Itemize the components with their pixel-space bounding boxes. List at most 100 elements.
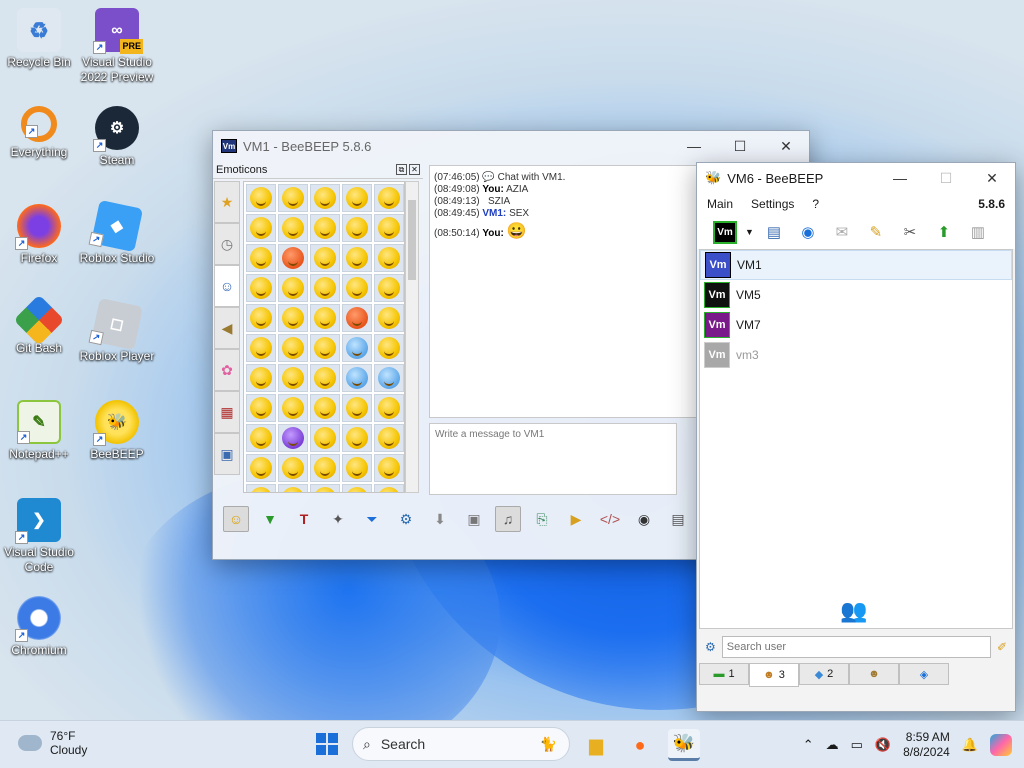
emoticon[interactable] (246, 274, 276, 302)
emoticon[interactable] (246, 424, 276, 452)
category-symbols-tab[interactable]: ▣ (214, 433, 240, 475)
emoticon[interactable] (374, 184, 404, 212)
emoticon[interactable] (310, 184, 340, 212)
font-button[interactable]: T (291, 506, 317, 532)
firefox-taskbar-button[interactable]: ● (624, 729, 656, 761)
user-row-vm5[interactable]: Vm VM5 (700, 280, 1012, 310)
emoticon[interactable] (278, 244, 308, 272)
emoticon[interactable] (278, 304, 308, 332)
emoticon[interactable] (278, 364, 308, 392)
emoticon[interactable] (310, 214, 340, 242)
emoticon[interactable] (374, 214, 404, 242)
emoticon[interactable] (310, 364, 340, 392)
status-button[interactable]: Vm (711, 218, 739, 246)
screenshot-button[interactable]: ▣ (461, 506, 487, 532)
float-panel-button[interactable]: ⧉ (396, 164, 407, 175)
chevron-down-icon[interactable]: ▼ (745, 227, 754, 237)
emoticon[interactable] (278, 214, 308, 242)
update-button[interactable]: ⬆ (930, 218, 958, 246)
color-button[interactable]: ✦ (325, 506, 351, 532)
start-button[interactable] (316, 733, 338, 755)
cloud-sync-icon[interactable]: ☁ (826, 737, 839, 753)
emoticon[interactable] (374, 394, 404, 422)
desktop-icon-steam[interactable]: ⚙ ↗ Steam (78, 106, 156, 168)
weather-widget[interactable]: 76°F Cloudy (18, 729, 87, 757)
emoticon[interactable] (342, 334, 372, 362)
emoticon[interactable] (342, 484, 372, 492)
emoticon[interactable] (374, 454, 404, 482)
maximize-button[interactable]: ☐ (717, 131, 763, 161)
emoticon[interactable] (246, 244, 276, 272)
desktop-icon-vscode[interactable]: ❯ ↗ Visual Studio Code (0, 498, 78, 575)
desktop-icon-git-bash[interactable]: Git Bash (0, 294, 78, 356)
sound-button[interactable]: ♫ (495, 506, 521, 532)
emoticon[interactable] (342, 364, 372, 392)
minimize-button[interactable]: — (877, 163, 923, 193)
close-button[interactable]: ✕ (969, 163, 1015, 193)
mail-button[interactable]: ✉ (828, 218, 856, 246)
clear-broom-icon[interactable]: ✐ (997, 640, 1007, 654)
emoticon[interactable] (246, 184, 276, 212)
emoticon[interactable] (374, 244, 404, 272)
expand-button[interactable]: ▼ (257, 506, 283, 532)
network-icon[interactable]: ▭ (851, 737, 863, 753)
emoticon[interactable] (342, 454, 372, 482)
desktop-icon-everything[interactable]: ↗ Everything (0, 106, 78, 160)
user-row-vm1[interactable]: Vm VM1 (700, 250, 1012, 280)
emoticon[interactable] (246, 394, 276, 422)
emoticon[interactable] (342, 214, 372, 242)
send-file-button[interactable]: ⎘ (529, 506, 555, 532)
write-button[interactable]: ✎ (862, 218, 890, 246)
user-row-vm7[interactable]: Vm VM7 (700, 310, 1012, 340)
emoticon[interactable] (342, 274, 372, 302)
chevron-up-icon[interactable]: ⌃ (803, 737, 814, 753)
emoticon[interactable] (278, 184, 308, 212)
more-button[interactable]: ▤ (665, 506, 691, 532)
beebeep-taskbar-button[interactable]: 🐝 (668, 729, 700, 761)
close-button[interactable]: ✕ (763, 131, 809, 161)
emoticon[interactable] (278, 484, 308, 492)
emoticon[interactable] (246, 454, 276, 482)
emoticon[interactable] (374, 364, 404, 392)
file-explorer-taskbar-button[interactable]: ▆ (580, 729, 612, 761)
emoticon[interactable] (310, 304, 340, 332)
category-objects-tab[interactable]: ◀ (214, 307, 240, 349)
volume-muted-icon[interactable]: 🔇 (875, 737, 891, 753)
emoticon[interactable] (310, 244, 340, 272)
save-chat-button[interactable]: ⬇ (427, 506, 453, 532)
user-row-vm3[interactable]: Vm vm3 (700, 340, 1012, 370)
desktop-icon-notepad-plus-plus[interactable]: ✎ ↗ Notepad++ (0, 400, 78, 462)
emoticon[interactable] (246, 364, 276, 392)
code-button[interactable]: </> (597, 506, 623, 532)
desktop-icon-beebeep[interactable]: 🐝 ↗ BeeBEEP (78, 400, 156, 462)
taskbar-search[interactable]: ⌕ Search 🐈 (352, 727, 570, 761)
filter-button[interactable]: ⏷ (359, 506, 385, 532)
desktop-icon-firefox[interactable]: ↗ Firefox (0, 204, 78, 266)
emoticon[interactable] (246, 484, 276, 492)
message-input[interactable]: Write a message to VM1 (429, 423, 677, 495)
emoticon[interactable] (342, 304, 372, 332)
emoticon[interactable] (374, 484, 404, 492)
clock[interactable]: 8:59 AM 8/8/2024 (903, 730, 950, 760)
emoticon[interactable] (342, 244, 372, 272)
desktop-icon-recycle-bin[interactable]: ♻ Recycle Bin (0, 8, 78, 70)
send-folder-button[interactable]: ▶ (563, 506, 589, 532)
emoticon[interactable] (246, 334, 276, 362)
menu-help[interactable]: ? (812, 197, 819, 211)
emoticon[interactable] (278, 454, 308, 482)
tools-button[interactable]: ✂ (896, 218, 924, 246)
camera-button[interactable]: ◉ (631, 506, 657, 532)
emoticon[interactable] (342, 394, 372, 422)
maximize-button[interactable]: ☐ (923, 163, 969, 193)
emoticon[interactable] (310, 274, 340, 302)
copilot-icon[interactable] (990, 734, 1012, 756)
emoticon[interactable] (310, 454, 340, 482)
tab-network[interactable]: ◈ (899, 663, 949, 685)
tab-users[interactable]: ☻ 3 (749, 663, 799, 687)
gear-icon[interactable]: ⚙ (705, 640, 716, 654)
emoticon[interactable] (278, 334, 308, 362)
emoticon[interactable] (374, 334, 404, 362)
broadcast-button[interactable]: ◉ (794, 218, 822, 246)
category-places-tab[interactable]: ▦ (214, 391, 240, 433)
emoticon[interactable] (278, 274, 308, 302)
